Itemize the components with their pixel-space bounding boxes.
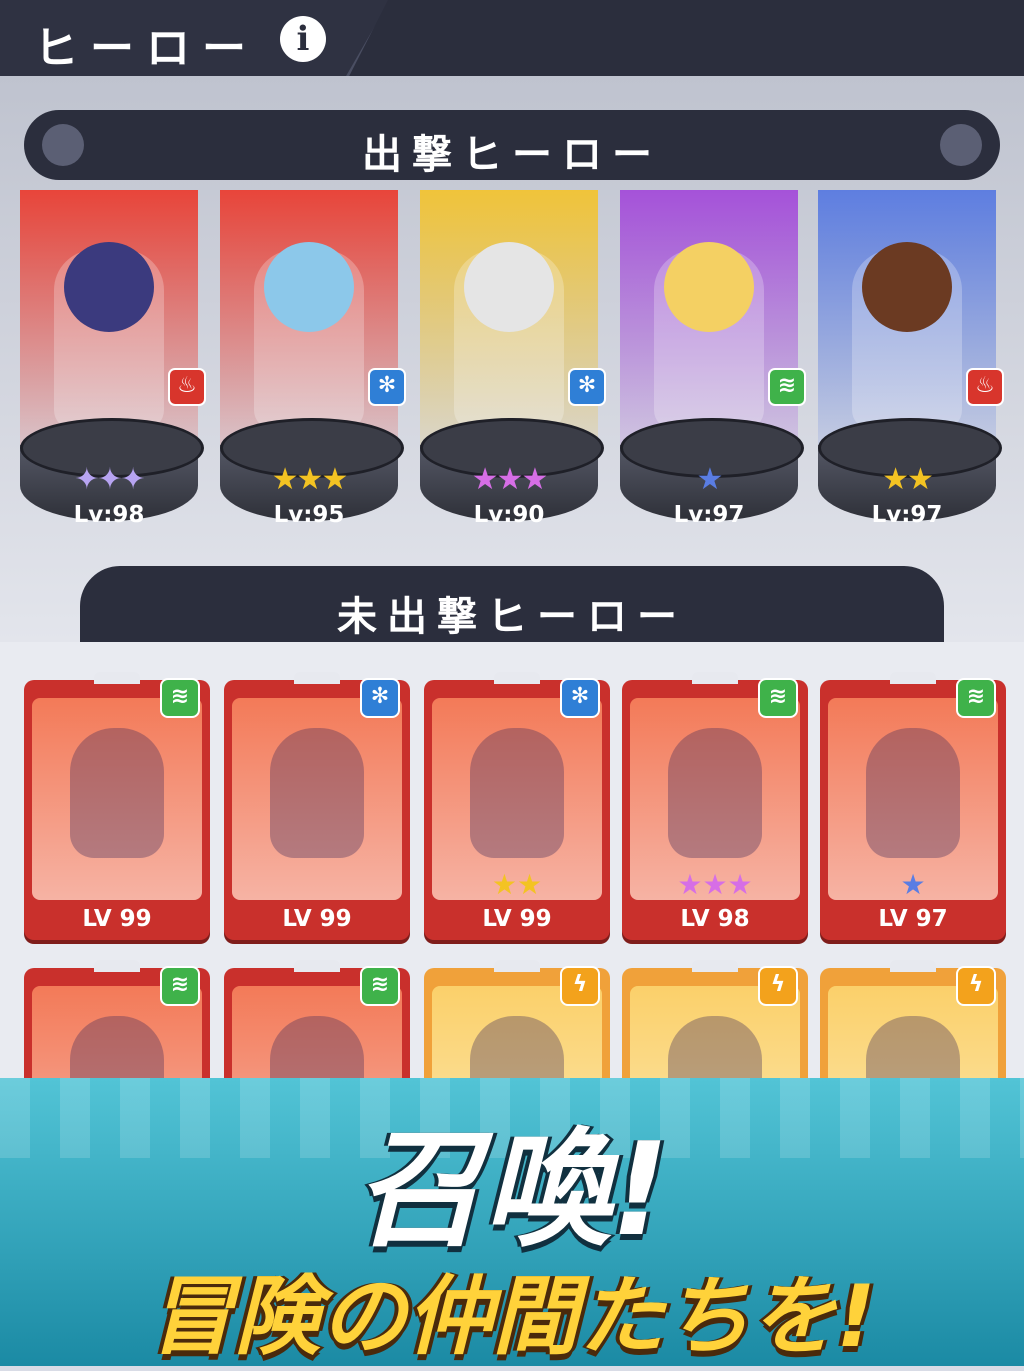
- page-title: ヒーロー: [34, 23, 258, 74]
- card-level: LV 98: [680, 906, 750, 932]
- deployed-banner: 出撃ヒーロー: [24, 110, 1000, 180]
- card-hanger: [494, 960, 540, 972]
- deployed-hero-slot[interactable]: ★ Lv:97 ≋: [620, 190, 806, 535]
- fire-element-icon: ♨: [966, 368, 1004, 406]
- ice-element-icon: ✻: [368, 368, 406, 406]
- bolt-element-icon: ϟ: [956, 966, 996, 1006]
- card-hanger: [692, 672, 738, 684]
- hero-figure: [470, 728, 564, 858]
- hero-star-rating: ★: [696, 462, 724, 497]
- hero-figure: [668, 728, 762, 858]
- deployed-heading: 出撃ヒーロー: [362, 132, 662, 178]
- bolt-element-icon: ϟ: [758, 966, 798, 1006]
- hero-figure: [866, 728, 960, 858]
- hero-card[interactable]: ★ LV 97 ≋: [820, 672, 1006, 940]
- hero-pedestal: ★★★ Lv:95: [220, 418, 404, 533]
- wind-element-icon: ≋: [360, 966, 400, 1006]
- ice-element-icon: ✻: [560, 678, 600, 718]
- promo-headline: 召喚!: [354, 1116, 670, 1265]
- card-star-rating: ★: [900, 868, 926, 901]
- hero-card[interactable]: LV 99 ✻: [224, 672, 410, 940]
- ice-element-icon: ✻: [360, 678, 400, 718]
- hero-pedestal: ★ Lv:97: [620, 418, 804, 533]
- card-portrait-frame: [232, 698, 402, 900]
- wind-element-icon: ≋: [160, 678, 200, 718]
- hero-portrait: [64, 242, 154, 332]
- hero-figure: [270, 728, 364, 858]
- deployed-hero-slot[interactable]: ★★★ Lv:90 ✻: [420, 190, 606, 535]
- card-hanger: [494, 672, 540, 684]
- card-portrait-frame: [32, 698, 202, 900]
- deployed-hero-slot[interactable]: ★★★ Lv:95 ✻: [220, 190, 406, 535]
- hero-level: Lv:97: [673, 502, 745, 528]
- hero-card[interactable]: ★★ LV 99 ✻: [424, 672, 610, 940]
- wind-element-icon: ≋: [758, 678, 798, 718]
- reserve-heading: 未出撃ヒーロー: [337, 594, 687, 640]
- hero-card[interactable]: LV 99 ≋: [24, 672, 210, 940]
- hero-level: Lv:98: [73, 502, 145, 528]
- hero-figure: [70, 728, 164, 858]
- card-hanger: [94, 960, 140, 972]
- fire-element-icon: ♨: [168, 368, 206, 406]
- info-icon[interactable]: i: [280, 16, 326, 62]
- card-star-rating: ★★: [491, 868, 543, 901]
- card-level: LV 99: [82, 906, 152, 932]
- hero-pedestal: ✦✦✦ Lv:98: [20, 418, 204, 533]
- wind-element-icon: ≋: [956, 678, 996, 718]
- hero-level: Lv:95: [273, 502, 345, 528]
- card-level: LV 99: [482, 906, 552, 932]
- deployed-hero-slot[interactable]: ✦✦✦ Lv:98 ♨: [20, 190, 206, 535]
- hero-pedestal: ★★★ Lv:90: [420, 418, 604, 533]
- reserve-banner: 未出撃ヒーロー: [80, 566, 944, 646]
- hero-portrait: [464, 242, 554, 332]
- deployed-hero-slot[interactable]: ★★ Lv:97 ♨: [818, 190, 1004, 535]
- card-hanger: [94, 672, 140, 684]
- promo-subline: 冒険の仲間たちを!: [148, 1267, 876, 1367]
- wind-element-icon: ≋: [160, 966, 200, 1006]
- hero-pedestal: ★★ Lv:97: [818, 418, 1002, 533]
- card-level: LV 99: [282, 906, 352, 932]
- bolt-element-icon: ϟ: [560, 966, 600, 1006]
- hero-portrait: [264, 242, 354, 332]
- hero-star-rating: ★★★: [471, 462, 549, 497]
- card-hanger: [692, 960, 738, 972]
- top-bar: ヒーロー i: [0, 0, 1024, 76]
- hero-portrait: [664, 242, 754, 332]
- hero-level: Lv:97: [871, 502, 943, 528]
- hero-star-rating: ★★: [882, 462, 934, 497]
- hero-star-rating: ✦✦✦: [74, 462, 145, 497]
- card-hanger: [294, 672, 340, 684]
- promo-banner: 召喚! 冒険の仲間たちを!: [0, 1078, 1024, 1367]
- hero-card[interactable]: ★★★ LV 98 ≋: [622, 672, 808, 940]
- card-hanger: [294, 960, 340, 972]
- card-star-rating: ★★★: [677, 868, 753, 901]
- hero-star-rating: ★★★: [271, 462, 349, 497]
- ice-element-icon: ✻: [568, 368, 606, 406]
- hero-level: Lv:90: [473, 502, 545, 528]
- hero-portrait: [862, 242, 952, 332]
- wind-element-icon: ≋: [768, 368, 806, 406]
- card-level: LV 97: [878, 906, 948, 932]
- card-hanger: [890, 672, 936, 684]
- card-hanger: [890, 960, 936, 972]
